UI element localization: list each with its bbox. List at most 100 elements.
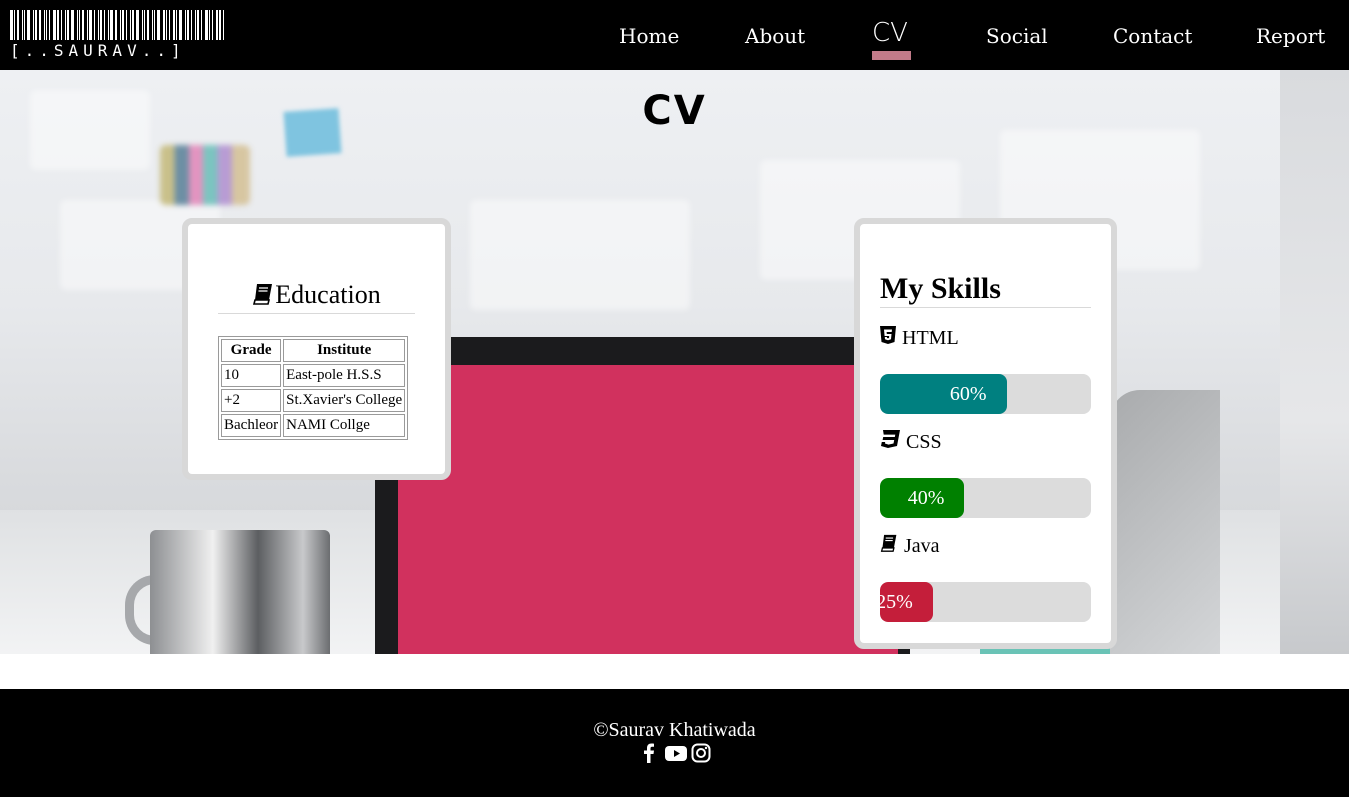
- barcode-bar: [201, 10, 202, 40]
- barcode-bar: [77, 10, 78, 40]
- skill-progress-track: 40%: [880, 478, 1091, 518]
- skill-progress-bar: 40%: [880, 478, 965, 518]
- barcode-bar: [87, 10, 88, 40]
- barcode-bar: [33, 10, 34, 40]
- copyright-text: ©Saurav Khatiwada: [593, 719, 756, 741]
- barcode-graphic: [10, 10, 228, 40]
- barcode-bar: [108, 10, 109, 40]
- barcode-bar: [223, 10, 224, 40]
- background-mug: [150, 530, 330, 654]
- background-decoration: [160, 145, 250, 205]
- barcode-bar: [46, 10, 47, 40]
- barcode-bar: [169, 10, 170, 40]
- table-row: +2 St.Xavier's College: [221, 389, 406, 412]
- barcode-bar: [115, 10, 117, 40]
- nav-item-about[interactable]: About: [745, 24, 805, 48]
- barcode-bar: [89, 10, 92, 40]
- barcode-bar: [187, 10, 189, 40]
- skills-card: My Skills HTML 60% CSS 40% Java 25%: [854, 218, 1117, 649]
- table-header-row: Grade Institute: [221, 339, 406, 362]
- barcode-bar: [166, 10, 167, 40]
- barcode-bar: [82, 10, 84, 40]
- nav-active-indicator: [872, 51, 911, 60]
- barcode-bar: [176, 10, 177, 40]
- barcode-bar: [132, 10, 134, 40]
- nav-item-report[interactable]: Report: [1256, 24, 1325, 48]
- education-heading: Education: [218, 280, 415, 314]
- site-logo[interactable]: [..SAURAV..]: [10, 10, 230, 60]
- skill-label-css: CSS: [880, 430, 942, 454]
- barcode-bar: [14, 10, 15, 40]
- table-cell: Bachleor: [221, 414, 282, 437]
- skill-progress-track: 60%: [880, 374, 1091, 414]
- barcode-bar: [39, 10, 41, 40]
- background-edge: [1280, 70, 1349, 654]
- barcode-bar: [17, 10, 19, 40]
- barcode-bar: [142, 10, 143, 40]
- table-cell: NAMI Collge: [283, 414, 406, 437]
- instagram-icon[interactable]: [691, 743, 711, 763]
- barcode-bar: [10, 10, 13, 40]
- barcode-bar: [144, 10, 145, 40]
- barcode-bar: [49, 10, 50, 40]
- barcode-bar: [130, 10, 131, 40]
- table-cell: 10: [221, 364, 282, 387]
- background-laptop: [1110, 390, 1220, 654]
- table-cell: East-pole H.S.S: [283, 364, 406, 387]
- barcode-bar: [173, 10, 175, 40]
- barcode-bar: [61, 10, 62, 40]
- facebook-icon[interactable]: [639, 743, 659, 763]
- nav-item-social[interactable]: Social: [986, 24, 1048, 48]
- education-table: Grade Institute 10 East-pole H.S.S +2 St…: [218, 336, 409, 440]
- book-icon: [252, 282, 274, 312]
- youtube-icon[interactable]: [664, 743, 687, 763]
- barcode-bar: [154, 10, 155, 40]
- top-navbar: [..SAURAV..] Home About CV Social Contac…: [0, 0, 1349, 70]
- css3-icon: [880, 430, 906, 454]
- barcode-bar: [35, 10, 37, 40]
- barcode-bar: [195, 10, 196, 40]
- barcode-bar: [152, 10, 153, 40]
- barcode-bar: [79, 10, 80, 40]
- nav-item-cv[interactable]: CV: [872, 18, 908, 48]
- barcode-bar: [67, 10, 69, 40]
- barcode-bar: [163, 10, 165, 40]
- skill-label-html: HTML: [880, 326, 959, 350]
- barcode-bar: [126, 10, 127, 40]
- hero-section: CV Education Grade Institute 10 East-pol…: [0, 70, 1349, 654]
- logo-text: [..SAURAV..]: [10, 41, 186, 60]
- html5-icon: [880, 326, 902, 350]
- skill-name: HTML: [902, 326, 959, 349]
- barcode-bar: [44, 10, 45, 40]
- footer: ©Saurav Khatiwada: [0, 689, 1349, 797]
- page-title: CV: [642, 88, 707, 134]
- table-header-cell: Grade: [221, 339, 282, 362]
- table-cell: St.Xavier's College: [283, 389, 406, 412]
- barcode-bar: [94, 10, 95, 40]
- table-cell: +2: [221, 389, 282, 412]
- barcode-bar: [120, 10, 121, 40]
- barcode-bar: [22, 10, 23, 40]
- page-gap: [0, 654, 1349, 689]
- skill-progress-bar: 60%: [880, 374, 1007, 414]
- nav-item-contact[interactable]: Contact: [1113, 24, 1192, 48]
- barcode-bar: [185, 10, 186, 40]
- barcode-bar: [179, 10, 182, 40]
- barcode-bar: [216, 10, 218, 40]
- barcode-bar: [191, 10, 192, 40]
- barcode-bar: [212, 10, 213, 40]
- background-laptop-screen: [398, 365, 898, 654]
- barcode-bar: [197, 10, 199, 40]
- skill-name: Java: [904, 534, 940, 557]
- barcode-bar: [100, 10, 102, 40]
- barcode-bar: [24, 10, 25, 40]
- education-heading-label: Education: [275, 280, 381, 309]
- table-row: Bachleor NAMI Collge: [221, 414, 406, 437]
- barcode-bar: [147, 10, 149, 40]
- barcode-bar: [71, 10, 74, 40]
- nav-item-home[interactable]: Home: [619, 24, 679, 48]
- barcode-bar: [219, 10, 221, 40]
- barcode-bar: [65, 10, 66, 40]
- skill-label-java: Java: [880, 534, 940, 558]
- barcode-bar: [53, 10, 56, 40]
